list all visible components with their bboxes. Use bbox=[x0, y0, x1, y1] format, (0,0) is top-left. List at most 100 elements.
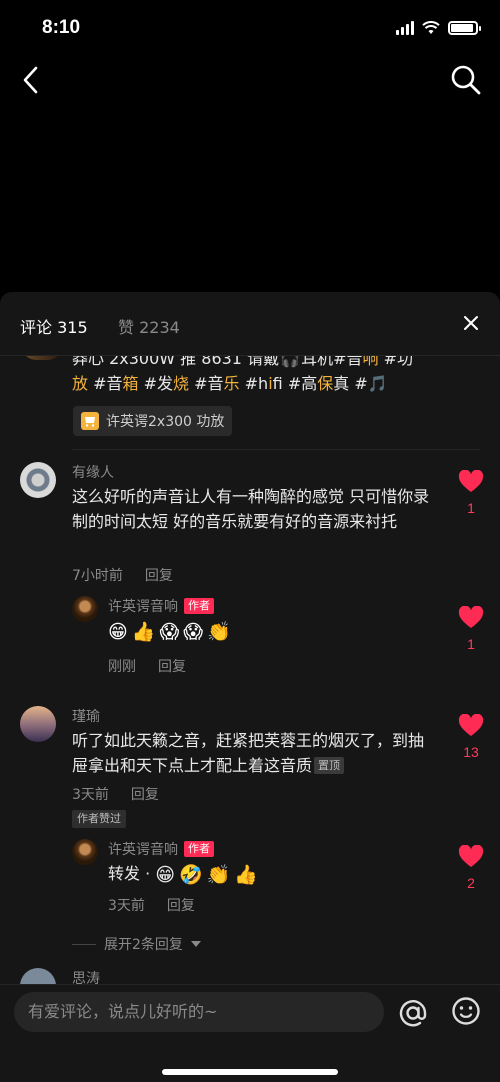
wifi-icon bbox=[422, 21, 440, 34]
product-tag[interactable]: 许英谔2x300 功放 bbox=[73, 406, 233, 436]
battery-level bbox=[451, 24, 473, 32]
thumbs-up-emoji: 👍 bbox=[131, 621, 156, 643]
comment-input[interactable]: 有爱评论，说点儿好听的~ bbox=[14, 992, 384, 1032]
comment-meta: 3天前 回复 bbox=[108, 895, 195, 915]
caption-line1-mid: 耳机#音 bbox=[301, 356, 363, 368]
reply-text: 转发 · 😁 🤣 👏 👍 bbox=[108, 861, 258, 887]
caption-segment: #h bbox=[239, 374, 269, 393]
shocked-emoji: 😱 bbox=[183, 621, 204, 643]
like-button[interactable]: 2 bbox=[456, 844, 486, 891]
reply-text-body: 转发 · bbox=[108, 864, 156, 883]
author-liked-badge: 作者赞过 bbox=[72, 810, 126, 828]
like-button[interactable]: 1 bbox=[456, 469, 486, 516]
caption-segment: 箱 bbox=[122, 374, 139, 393]
expand-replies-label: 展开2条回复 bbox=[104, 937, 183, 953]
comment-time: 7小时前 bbox=[72, 568, 123, 584]
reply-username-row: 许英谔音响 作者 bbox=[108, 596, 214, 616]
caption-line1-pre: 莽心 2x300W 推 8631 请戴 bbox=[72, 356, 280, 368]
cart-icon bbox=[81, 412, 99, 430]
comments-feed[interactable]: 莽心 2x300W 推 8631 请戴🎧耳机#音响 #功 放 #音箱 #发烧 #… bbox=[0, 356, 500, 984]
thumbs-up-emoji: 👍 bbox=[234, 863, 259, 886]
divider bbox=[72, 449, 480, 450]
home-indicator[interactable] bbox=[162, 1069, 338, 1075]
heart-icon bbox=[458, 844, 484, 867]
divider bbox=[72, 943, 96, 945]
heart-icon bbox=[458, 469, 484, 492]
post-caption: 莽心 2x300W 推 8631 请戴🎧耳机#音响 #功 放 #音箱 #发烧 #… bbox=[72, 356, 432, 396]
caption-segment: #音 bbox=[189, 374, 224, 393]
product-tag-label: 许英谔2x300 功放 bbox=[106, 414, 225, 430]
tab-likes[interactable]: 赞 2234 bbox=[118, 314, 180, 338]
like-button[interactable]: 1 bbox=[456, 605, 486, 652]
reply-button[interactable]: 回复 bbox=[167, 895, 195, 915]
reply-button[interactable]: 回复 bbox=[145, 565, 173, 585]
rofl-emoji: 🤣 bbox=[179, 863, 203, 886]
caret-down-icon bbox=[190, 941, 201, 947]
sheet-header: 评论 315 赞 2234 bbox=[0, 292, 500, 356]
tab-comments[interactable]: 评论 315 bbox=[20, 314, 88, 338]
battery-icon bbox=[448, 21, 481, 35]
comments-sheet: 评论 315 赞 2234 莽心 2x300W 推 8631 请戴🎧耳机#音响 … bbox=[0, 292, 500, 1082]
music-note-icon: 🎵 bbox=[367, 374, 388, 393]
like-count: 13 bbox=[463, 744, 479, 760]
comment-username[interactable]: 思涛 bbox=[72, 968, 100, 984]
caption-segment: #音 bbox=[88, 374, 123, 393]
avatar[interactable] bbox=[72, 839, 98, 865]
heart-icon bbox=[458, 713, 484, 736]
avatar[interactable] bbox=[20, 968, 56, 984]
comment-text: 听了如此天籁之音，赶紧把芙蓉王的烟灭了，到抽屉拿出和天下点上才配上着这音质 置顶 bbox=[72, 728, 438, 778]
author-badge: 作者 bbox=[184, 841, 214, 857]
emoji-icon[interactable] bbox=[451, 996, 481, 1026]
comment-input-bar: 有爱评论，说点儿好听的~ bbox=[0, 984, 500, 1082]
caption-segment: fi #高 bbox=[272, 374, 318, 393]
reply-username[interactable]: 许英谔音响 bbox=[108, 599, 178, 615]
reply-emojis: 😁 👍 😱 😱 👏 bbox=[108, 620, 231, 644]
like-button[interactable]: 13 bbox=[456, 713, 486, 760]
shocked-emoji: 😱 bbox=[159, 621, 180, 643]
reply-button[interactable]: 回复 bbox=[158, 656, 186, 676]
like-count: 1 bbox=[467, 636, 475, 652]
comment-text: 这么好听的声音让人有一种陶醉的感觉 只可惜你录制的时间太短 好的音乐就要有好的音… bbox=[72, 487, 430, 531]
cellular-signal-icon bbox=[396, 21, 414, 35]
heart-icon bbox=[458, 605, 484, 628]
clap-emoji: 👏 bbox=[207, 621, 231, 643]
like-count: 2 bbox=[467, 875, 475, 891]
avatar[interactable] bbox=[20, 706, 56, 742]
caption-line1-hl: 响 bbox=[362, 356, 379, 368]
reply-emojis: 😁 🤣 👏 👍 bbox=[155, 863, 258, 887]
caption-segment: 真 bbox=[333, 374, 350, 393]
reply-username[interactable]: 许英谔音响 bbox=[108, 842, 178, 858]
caption-segment: 烧 bbox=[173, 374, 190, 393]
expand-replies-button[interactable]: 展开2条回复 bbox=[72, 934, 201, 954]
clap-emoji: 👏 bbox=[206, 863, 231, 886]
chevron-left-icon[interactable] bbox=[16, 62, 46, 98]
comment-meta: 刚刚 回复 bbox=[108, 656, 186, 676]
avatar[interactable] bbox=[72, 596, 98, 622]
mention-icon[interactable] bbox=[396, 996, 430, 1030]
grin-emoji: 😁 bbox=[155, 863, 176, 886]
status-bar: 8:10 bbox=[0, 0, 500, 60]
reply-button[interactable]: 回复 bbox=[131, 784, 159, 804]
comment-time: 3天前 bbox=[72, 787, 109, 803]
comment-username[interactable]: 有缘人 bbox=[72, 462, 114, 482]
caption-segment: # bbox=[349, 374, 368, 393]
comment-text-body: 听了如此天籁之音，赶紧把芙蓉王的烟灭了，到抽屉拿出和天下点上才配上着这音质 bbox=[72, 731, 425, 775]
grin-emoji: 😁 bbox=[108, 621, 128, 643]
comment-time: 刚刚 bbox=[108, 659, 136, 675]
status-time: 8:10 bbox=[42, 17, 81, 38]
caption-segment: 放 bbox=[72, 374, 89, 393]
caption-segment: #发 bbox=[138, 374, 174, 393]
comment-time: 3天前 bbox=[108, 898, 145, 914]
caption-hashtags: 放 #音箱 #发烧 #音乐 #hifi #高保真 # bbox=[72, 374, 368, 393]
avatar[interactable] bbox=[20, 462, 56, 498]
status-icons bbox=[396, 21, 481, 35]
reply-username-row: 许英谔音响 作者 bbox=[108, 839, 214, 859]
close-icon[interactable] bbox=[460, 312, 482, 334]
caption-segment: 乐 bbox=[223, 374, 240, 393]
comment-meta: 3天前 回复 bbox=[72, 784, 159, 804]
search-icon[interactable] bbox=[450, 64, 482, 96]
author-badge: 作者 bbox=[184, 598, 214, 614]
headphones-icon: 🎧 bbox=[280, 356, 301, 368]
comment-username[interactable]: 瑾瑜 bbox=[72, 706, 100, 726]
pinned-badge: 置顶 bbox=[314, 757, 345, 774]
